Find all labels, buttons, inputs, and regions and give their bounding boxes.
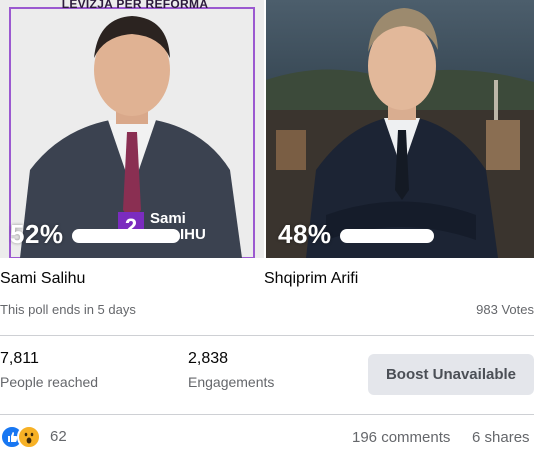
poll-ends-text: This poll ends in 5 days xyxy=(0,302,136,317)
vote-count[interactable]: 983 Votes xyxy=(476,302,534,317)
candidate-tag-first: Sami xyxy=(150,210,186,227)
people-reached-label: People reached xyxy=(0,374,99,390)
engagements-value[interactable]: 2,838 xyxy=(188,350,228,368)
redaction-bar-right xyxy=(340,229,434,243)
poll-percent-left: 52% xyxy=(10,219,64,249)
poll-option-left-name[interactable]: Sami Salihu xyxy=(0,270,85,288)
poll-percent-right: 48% xyxy=(278,219,332,249)
poll-option-right-name[interactable]: Shqiprim Arifi xyxy=(264,270,358,288)
boost-unavailable-button[interactable]: Boost Unavailable xyxy=(368,354,534,395)
redaction-bar-left xyxy=(72,229,180,243)
wow-icon xyxy=(17,425,41,449)
engagements-label: Engagements xyxy=(188,374,275,390)
poll-option-right-image[interactable]: 48% xyxy=(266,0,534,258)
reaction-count: 62 xyxy=(50,428,67,445)
divider xyxy=(0,414,534,415)
comments-count-link[interactable]: 196 comments xyxy=(352,429,450,446)
people-reached-value[interactable]: 7,811 xyxy=(0,350,39,368)
shares-count-link[interactable]: 6 shares xyxy=(472,429,530,446)
campaign-banner: LEVIZJA PER REFORMA xyxy=(61,0,209,11)
poll-option-left-image[interactable]: LEVIZJA PER REFORMA 2 Sami SALIHU 52% xyxy=(0,0,264,258)
divider xyxy=(0,335,534,336)
